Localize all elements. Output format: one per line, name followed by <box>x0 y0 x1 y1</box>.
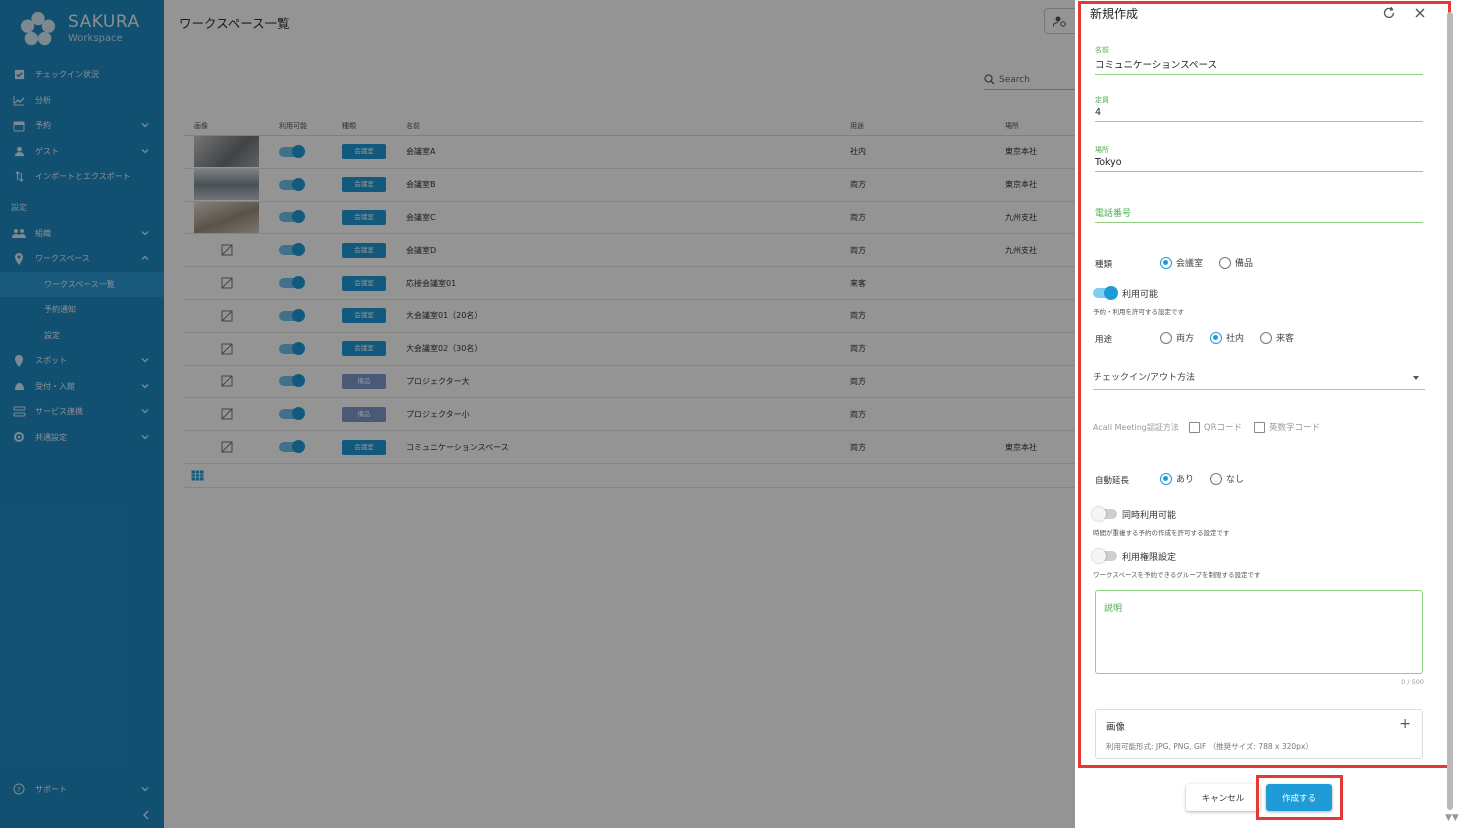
description-counter: 0 / 500 <box>1401 678 1424 686</box>
type-label: 種類 <box>1095 260 1113 270</box>
checkbox-alnum-icon[interactable] <box>1253 421 1265 433</box>
image-hint: 利用可能形式: JPG, PNG, GIF （推奨サイズ: 788 x 320p… <box>1106 742 1313 751</box>
type-option-room-label: 会議室 <box>1176 259 1204 269</box>
concurrent-label: 同時利用可能 <box>1122 511 1177 521</box>
description-placeholder: 説明 <box>1104 604 1123 614</box>
checkbox-qr-icon[interactable] <box>1188 421 1200 433</box>
name-label: 名前 <box>1095 46 1109 54</box>
acall-option-qr: QRコード <box>1203 423 1242 433</box>
scrollbar-thumb[interactable] <box>1447 12 1453 810</box>
available-label: 利用可能 <box>1122 290 1159 300</box>
app: SAKURA Workspace チェックイン状況 分析 予約 ゲスト インポー… <box>0 0 1473 828</box>
phone-field[interactable]: 電話番号 <box>1095 206 1423 223</box>
scroll-down-arrows-icon[interactable]: ▼▼ <box>1445 813 1459 823</box>
type-radio-group: 会議室 備品 <box>1160 256 1269 269</box>
checkin-method-label: チェックイン/アウト方法 <box>1093 373 1196 383</box>
auto-extend-label: 自動延長 <box>1095 476 1130 486</box>
auto-extend-no[interactable]: なし <box>1210 472 1244 485</box>
radio-selected-icon <box>1210 331 1223 344</box>
type-option-equipment[interactable]: 備品 <box>1219 256 1253 269</box>
refresh-icon <box>1383 6 1395 19</box>
radio-icon <box>1219 256 1232 269</box>
auto-extend-yes[interactable]: あり <box>1160 472 1194 485</box>
permission-switch[interactable] <box>1092 549 1117 563</box>
capacity-label: 定員 <box>1095 96 1109 104</box>
use-option-internal-label: 社内 <box>1226 334 1245 344</box>
radio-icon <box>1260 331 1273 344</box>
drawer-title: 新規作成 <box>1090 7 1139 21</box>
close-icon <box>1415 8 1425 18</box>
acall-auth-label: Acall Meeting認証方法 <box>1093 422 1179 432</box>
plus-icon[interactable]: + <box>1399 717 1411 731</box>
drawer-scrollbar[interactable] <box>1446 12 1454 812</box>
close-button[interactable] <box>1413 5 1429 21</box>
concurrent-switch[interactable] <box>1092 507 1117 521</box>
type-option-equipment-label: 備品 <box>1235 259 1254 269</box>
checkin-method-select[interactable]: チェックイン/アウト方法 <box>1093 370 1425 390</box>
reset-button[interactable] <box>1382 5 1398 21</box>
use-radio-group: 両方 社内 来客 <box>1160 331 1310 344</box>
type-option-room[interactable]: 会議室 <box>1160 256 1203 269</box>
location-label: 場所 <box>1095 146 1109 154</box>
modal-overlay[interactable] <box>0 0 1075 828</box>
radio-icon <box>1210 472 1223 485</box>
auto-extend-radio-group: あり なし <box>1160 472 1260 485</box>
acall-auth-row: Acall Meeting認証方法 QRコード 英数字コード <box>1093 421 1320 433</box>
available-helper: 予約・利用を許可する設定です <box>1093 308 1184 316</box>
image-title: 画像 <box>1106 722 1126 733</box>
permission-helper: ワークスペースを予約できるグループを制限する設定です <box>1093 571 1261 579</box>
capacity-value: 4 <box>1095 107 1102 118</box>
use-label: 用途 <box>1095 335 1113 345</box>
phone-placeholder: 電話番号 <box>1095 209 1132 219</box>
name-value: コミュニケーションスペース <box>1095 60 1217 71</box>
create-workspace-drawer: 新規作成 名前 コミュニケーションスペース 定員 4 場所 Tokyo 電話番号… <box>1075 0 1473 828</box>
available-switch[interactable] <box>1093 286 1118 300</box>
dropdown-arrow-icon <box>1413 376 1419 380</box>
use-option-visitor-label: 来客 <box>1276 334 1295 344</box>
cancel-button[interactable]: キャンセル <box>1186 784 1260 811</box>
radio-icon <box>1160 331 1172 344</box>
use-option-both[interactable]: 両方 <box>1160 331 1194 344</box>
location-value: Tokyo <box>1095 157 1122 168</box>
acall-option-alnum: 英数字コード <box>1268 423 1320 433</box>
use-option-internal[interactable]: 社内 <box>1210 331 1244 344</box>
auto-extend-yes-label: あり <box>1176 475 1195 485</box>
concurrent-helper: 時間が重複する予約の作成を許可する設定です <box>1093 529 1230 537</box>
radio-selected-icon <box>1160 256 1172 269</box>
name-field[interactable]: 名前 コミュニケーションスペース <box>1095 45 1423 75</box>
location-field[interactable]: 場所 Tokyo <box>1095 145 1423 172</box>
image-upload-box[interactable]: 画像 利用可能形式: JPG, PNG, GIF （推奨サイズ: 788 x 3… <box>1095 709 1423 759</box>
permission-label: 利用権限設定 <box>1122 553 1177 563</box>
capacity-field[interactable]: 定員 4 <box>1095 95 1423 122</box>
use-option-both-label: 両方 <box>1176 334 1195 344</box>
auto-extend-no-label: なし <box>1226 475 1245 485</box>
description-textarea[interactable]: 説明 <box>1095 590 1423 674</box>
create-button[interactable]: 作成する <box>1266 784 1332 811</box>
use-option-visitor[interactable]: 来客 <box>1260 331 1294 344</box>
radio-selected-icon <box>1160 472 1172 485</box>
